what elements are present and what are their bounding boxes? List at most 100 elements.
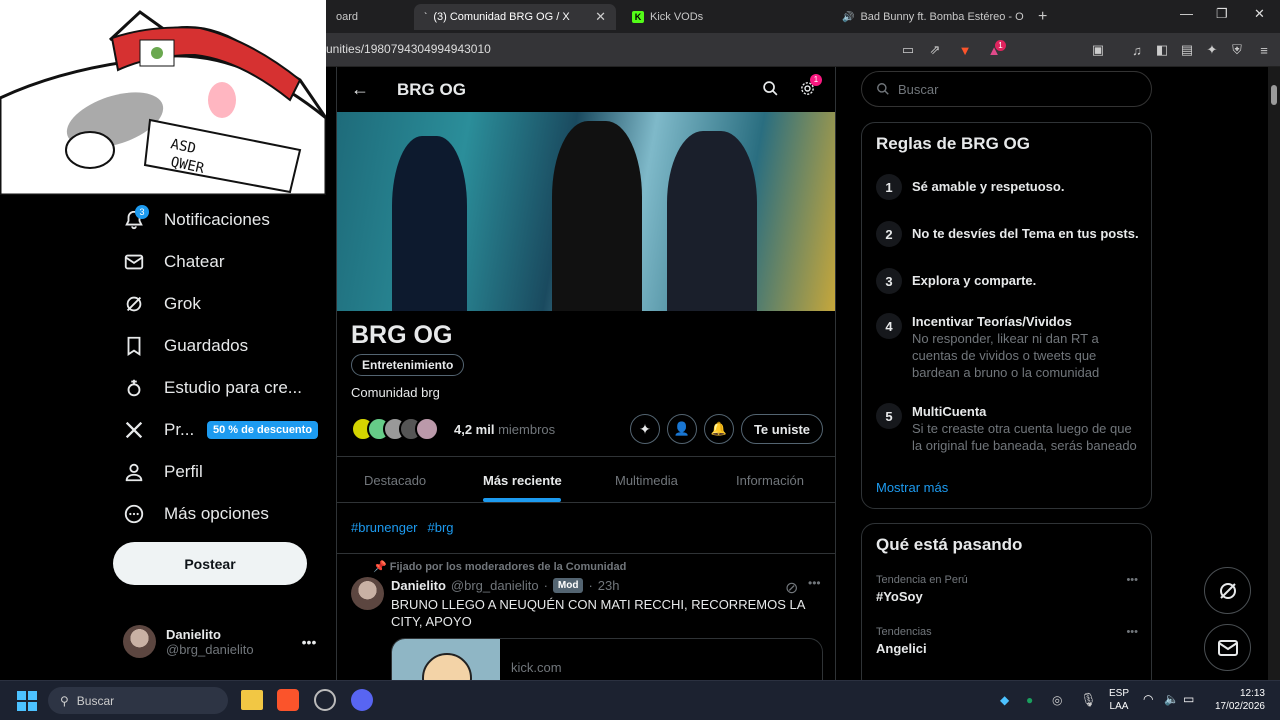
grok-icon: [1219, 582, 1236, 599]
music-icon[interactable]: ♫: [1129, 42, 1145, 58]
rules-title: Reglas de BRG OG: [876, 134, 1030, 153]
sidebar-item-profile[interactable]: Perfil: [122, 460, 203, 484]
more-dots-icon[interactable]: •••: [808, 576, 821, 590]
microphone-icon[interactable]: 🎙: [1080, 692, 1097, 708]
search-input[interactable]: Buscar: [861, 71, 1152, 107]
rewards-badge: 1: [995, 40, 1006, 51]
tab-latest[interactable]: Más reciente: [483, 473, 562, 488]
language-indicator[interactable]: ESP LAA: [1109, 687, 1129, 713]
post-text: BRUNO LLEGO A NEUQUÉN CON MATI RECCHI, R…: [391, 597, 805, 629]
post-time[interactable]: 23h: [598, 578, 620, 593]
trend-item[interactable]: Tendencias Angelici •••: [876, 626, 1138, 656]
post-author[interactable]: Danielito: [391, 578, 446, 593]
scrollbar[interactable]: [1268, 67, 1280, 680]
sidebar-item-studio[interactable]: Estudio para cre...: [122, 376, 302, 400]
tab-active[interactable]: ` (3) Comunidad BRG OG / X ✕: [414, 4, 616, 30]
speaker-icon: 🔊: [842, 11, 855, 23]
category-chip[interactable]: Entretenimiento: [351, 354, 465, 376]
show-more-link[interactable]: Mostrar más: [876, 480, 948, 495]
tab-info[interactable]: Información: [736, 473, 804, 488]
community-name: BRG OG: [351, 321, 453, 349]
more-dots-icon[interactable]: •••: [1126, 574, 1138, 586]
bell-plus-icon[interactable]: 🔔: [704, 414, 734, 444]
leo-ai-icon[interactable]: ✦: [1204, 42, 1220, 58]
banner-person-1: [392, 136, 467, 311]
discord-icon[interactable]: [351, 689, 373, 711]
obs-icon[interactable]: [314, 689, 336, 711]
sidebar-icon[interactable]: ◧: [1154, 42, 1170, 58]
kick-logo-icon: K: [632, 11, 644, 23]
share-icon[interactable]: ⇗: [927, 42, 943, 58]
post-handle[interactable]: @brg_danielito: [451, 578, 539, 593]
new-tab-button[interactable]: +: [1028, 4, 1054, 30]
sidebar-item-bookmarks[interactable]: Guardados: [122, 334, 248, 358]
back-arrow-icon[interactable]: ←: [351, 79, 369, 100]
minimize-icon[interactable]: —: [1180, 6, 1193, 21]
sidebar-item-grok[interactable]: Grok: [122, 292, 201, 316]
link-card[interactable]: kick.com: [391, 638, 823, 680]
more-dots-icon[interactable]: •••: [1126, 626, 1138, 638]
x-logo-icon: [122, 418, 146, 442]
search-icon[interactable]: [762, 80, 779, 102]
brave-shield-icon[interactable]: ▼: [957, 42, 973, 58]
post-button[interactable]: Postear: [113, 542, 307, 585]
header-title: BRG OG: [397, 80, 466, 99]
brave-browser-icon[interactable]: [277, 689, 299, 711]
tab-youtube[interactable]: 🔊 Bad Bunny ft. Bomba Estéreo - O: [826, 4, 1024, 30]
wallet-icon[interactable]: ▤: [1179, 42, 1195, 58]
hashtag[interactable]: #brg: [428, 520, 454, 535]
active-tab-indicator: [483, 498, 561, 502]
grok-float-button[interactable]: [1204, 567, 1251, 614]
close-tab-icon[interactable]: ✕: [595, 9, 606, 25]
volume-icon[interactable]: 🔈: [1164, 692, 1179, 706]
add-member-icon[interactable]: 👤: [667, 414, 697, 444]
close-window-icon[interactable]: ✕: [1254, 6, 1265, 22]
avatar[interactable]: [351, 577, 384, 610]
pinned-label: 📌 Fijado por los moderadores de la Comun…: [373, 561, 627, 573]
wifi-icon[interactable]: ◠: [1143, 692, 1153, 706]
scrollbar-thumb[interactable]: [1271, 85, 1277, 105]
mod-badge: Mod: [552, 578, 584, 593]
tab-0[interactable]: oard: [326, 4, 408, 30]
sidebar-item-more[interactable]: Más opciones: [122, 502, 269, 526]
maximize-icon[interactable]: ❐: [1216, 6, 1228, 22]
cast-icon[interactable]: ▭: [900, 42, 916, 58]
tab-kick[interactable]: K Kick VODs: [622, 4, 818, 30]
mail-icon: [1217, 639, 1238, 656]
windows-start-icon[interactable]: [17, 691, 37, 716]
tray-app-icon[interactable]: ●: [1026, 693, 1033, 707]
url-text[interactable]: unities/1980794304994943010: [326, 42, 491, 56]
member-avatars[interactable]: [351, 417, 439, 441]
search-icon: ⚲: [60, 693, 69, 708]
trends-title: Qué está pasando: [876, 535, 1023, 554]
tab-featured[interactable]: Destacado: [364, 473, 426, 488]
rule-item: 3 Explora y comparte.: [876, 268, 1140, 294]
reader-icon[interactable]: ▣: [1090, 42, 1106, 58]
search-icon: [877, 83, 889, 95]
taskbar-search[interactable]: ⚲ Buscar: [48, 687, 228, 714]
avatar: [123, 625, 156, 658]
vpn-icon[interactable]: ⛨: [1229, 42, 1245, 58]
sparkle-icon[interactable]: ✦: [630, 414, 660, 444]
tray-app-icon[interactable]: ◎: [1052, 693, 1062, 707]
hashtag[interactable]: #brunenger: [351, 520, 418, 535]
defender-icon[interactable]: ◆: [1000, 693, 1009, 707]
trend-item[interactable]: Tendencia en Perú #YoSoy •••: [876, 574, 1138, 604]
sidebar-item-chat[interactable]: Chatear: [122, 250, 224, 274]
clock[interactable]: 12:13 17/02/2026: [1210, 687, 1265, 713]
file-explorer-icon[interactable]: [241, 690, 263, 710]
joined-button[interactable]: Te uniste: [741, 414, 823, 444]
studio-icon: [122, 376, 146, 400]
account-switcher[interactable]: Danielito @brg_danielito •••: [123, 625, 316, 658]
messages-float-button[interactable]: [1204, 624, 1251, 671]
cat-overlay-image: ASD QWER: [0, 0, 328, 197]
grok-icon[interactable]: ⊘: [785, 578, 798, 598]
members-count[interactable]: 4,2 mil miembros: [454, 422, 555, 437]
battery-icon[interactable]: ▭: [1183, 692, 1194, 706]
tab-media[interactable]: Multimedia: [615, 473, 678, 488]
divider: [337, 553, 835, 554]
menu-icon[interactable]: ≡: [1256, 42, 1272, 58]
sidebar-item-premium[interactable]: Pr...: [122, 418, 194, 442]
more-dots-icon[interactable]: •••: [302, 634, 317, 650]
taskbar: ⚲ Buscar ◆ ● ◎ 🎙 ESP LAA ◠ 🔈 ▭ 12:13 17/…: [0, 680, 1280, 720]
